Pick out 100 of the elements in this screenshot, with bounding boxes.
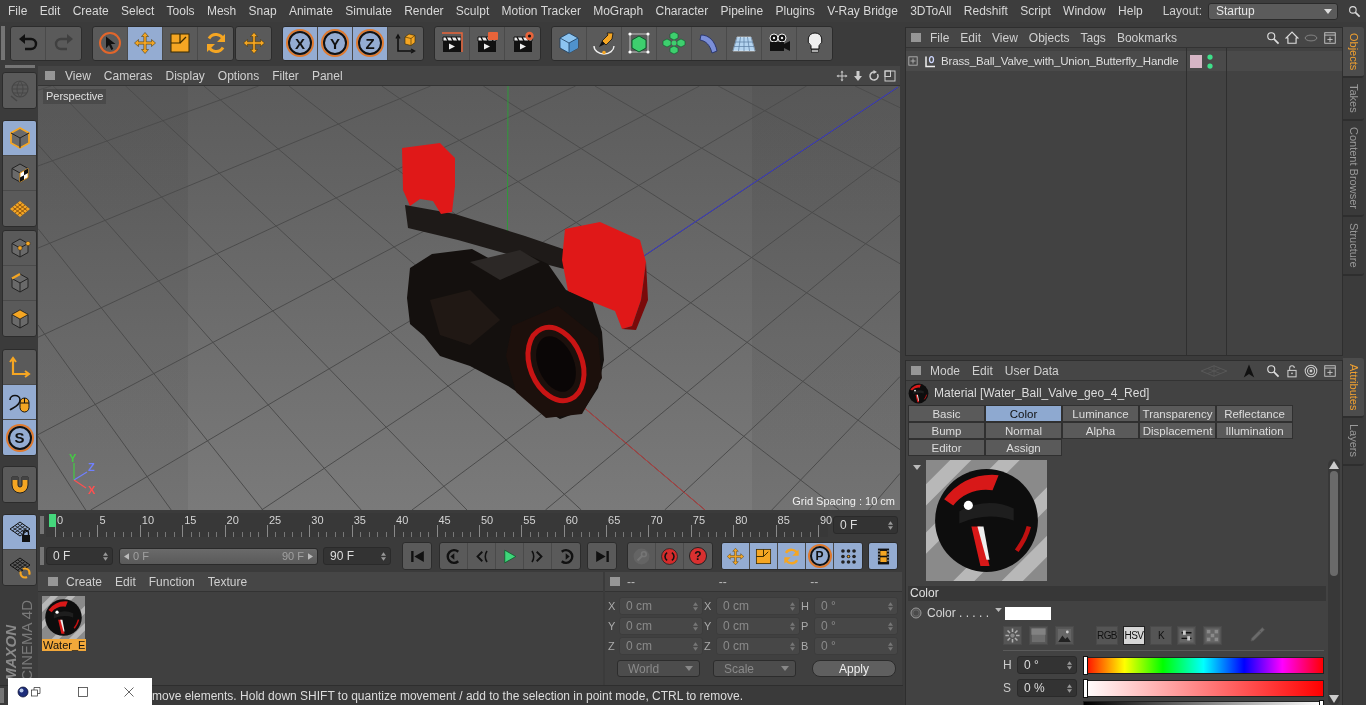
menu-item[interactable]: Edit xyxy=(972,363,993,378)
left-arrow-icon[interactable] xyxy=(124,552,129,560)
menu-item[interactable]: View xyxy=(992,30,1018,45)
frame-field[interactable]: 0 F xyxy=(833,516,898,534)
menu-item[interactable]: Select xyxy=(120,4,155,18)
new-panel-icon[interactable] xyxy=(1323,363,1337,378)
slider-handle[interactable] xyxy=(1084,656,1087,674)
menu-item[interactable]: Filter xyxy=(272,68,299,83)
spinner-arrows-icon[interactable] xyxy=(103,551,108,561)
search-icon[interactable] xyxy=(1266,363,1280,378)
grip-icon[interactable] xyxy=(40,516,44,534)
menu-item[interactable]: Snap xyxy=(248,4,277,18)
tag-cell[interactable] xyxy=(1227,51,1342,71)
menu-item[interactable]: Pipeline xyxy=(720,4,764,18)
menu-item[interactable]: Window xyxy=(1063,4,1106,18)
picture-button[interactable] xyxy=(1055,625,1074,645)
search-icon[interactable] xyxy=(1348,4,1361,18)
color-swatch[interactable] xyxy=(1005,606,1051,620)
menu-item[interactable]: MoGraph xyxy=(593,4,644,18)
lock-icon[interactable] xyxy=(1285,363,1299,378)
search-icon[interactable] xyxy=(1266,30,1280,45)
menu-item[interactable]: Tools xyxy=(166,4,195,18)
tab[interactable]: Alpha xyxy=(1062,422,1139,439)
sphere-logo-icon[interactable] xyxy=(17,685,29,698)
menu-item[interactable]: Panel xyxy=(311,68,343,83)
menu-item[interactable]: 3DToAll xyxy=(910,4,952,18)
side-tab[interactable]: Attributes xyxy=(1343,358,1364,419)
spectrum-button[interactable] xyxy=(1029,625,1048,645)
menu-item[interactable]: Edit xyxy=(960,30,982,45)
material-ball-icon[interactable] xyxy=(42,596,85,639)
menu-item[interactable]: Motion Tracker xyxy=(501,4,581,18)
orbit-icon[interactable] xyxy=(868,69,880,82)
target-icon[interactable] xyxy=(1304,363,1318,378)
menu-item[interactable]: Redshift xyxy=(963,4,1008,18)
grip-icon[interactable] xyxy=(911,33,921,42)
menu-item[interactable]: Simulate xyxy=(345,4,392,18)
frame-field[interactable]: 90 F xyxy=(323,547,391,565)
menu-item[interactable]: User Data xyxy=(1004,363,1059,378)
solo-button[interactable]: S xyxy=(3,420,36,455)
viewport-canvas[interactable]: Perspective Y Z X Grid Spacing : 10 cm xyxy=(38,86,900,510)
visibility-dots-icon[interactable] xyxy=(1207,53,1213,69)
color-slider-track[interactable] xyxy=(1083,701,1324,705)
tab[interactable]: Reflectance xyxy=(1216,405,1293,422)
scale-key-button[interactable] xyxy=(750,543,778,569)
home-icon[interactable] xyxy=(1285,30,1299,45)
scrollbar-thumb[interactable] xyxy=(1330,471,1338,576)
menu-item[interactable]: Edit xyxy=(115,574,136,589)
menu-item[interactable]: View xyxy=(65,68,91,83)
axis-lock-button[interactable]: Z xyxy=(353,26,388,60)
maximize-icon[interactable] xyxy=(77,685,89,698)
tab[interactable]: Transparency xyxy=(1139,405,1216,422)
spinner-arrows-icon[interactable] xyxy=(1067,683,1072,693)
tab[interactable]: Luminance xyxy=(1062,405,1139,422)
rotation-key-button[interactable] xyxy=(778,543,806,569)
menu-item[interactable]: Edit xyxy=(39,4,61,18)
grip-icon[interactable] xyxy=(48,577,58,586)
tab[interactable]: Color xyxy=(985,405,1062,422)
frame-field[interactable]: 0 F xyxy=(46,547,113,565)
menu-item[interactable]: Cameras xyxy=(103,68,153,83)
tab[interactable]: Normal xyxy=(985,422,1062,439)
layer-color-icon[interactable] xyxy=(1190,54,1202,68)
scrollbar[interactable] xyxy=(1328,459,1340,705)
restore-icon[interactable] xyxy=(30,685,42,698)
color-wheel-button[interactable] xyxy=(1003,625,1022,645)
new-panel-icon[interactable] xyxy=(1323,30,1337,45)
side-tab[interactable]: Objects xyxy=(1343,27,1364,79)
section-header[interactable]: Color xyxy=(908,586,1326,601)
grip-icon[interactable] xyxy=(40,547,44,565)
object-row[interactable]: Brass_Ball_Valve_with_Union_Butterfly_Handle xyxy=(906,51,1186,71)
menu-item[interactable]: Texture xyxy=(207,574,248,589)
tab[interactable]: Editor xyxy=(908,439,985,456)
menu-item[interactable]: Bookmarks xyxy=(1116,30,1177,45)
menu-item[interactable]: Mode xyxy=(930,363,961,378)
pan-arrows-icon[interactable] xyxy=(836,69,848,82)
grip-icon[interactable] xyxy=(5,65,35,68)
color-slider-track[interactable] xyxy=(1083,679,1324,697)
number-field[interactable]: 0 % xyxy=(1017,679,1077,697)
grip-icon[interactable] xyxy=(45,71,55,80)
down-arrow-icon[interactable] xyxy=(852,69,864,82)
spinner-arrows-icon[interactable] xyxy=(381,551,386,561)
grip-icon[interactable] xyxy=(911,366,921,375)
point-level-button[interactable] xyxy=(834,543,862,569)
menu-item[interactable]: V-Ray Bridge xyxy=(827,4,898,18)
timeline-button[interactable] xyxy=(869,543,897,569)
swatches-button[interactable] xyxy=(1203,625,1222,645)
menu-item[interactable]: Options xyxy=(217,68,260,83)
minimized-window[interactable] xyxy=(8,678,152,705)
tab[interactable]: Displacement xyxy=(1139,422,1216,439)
menu-item[interactable]: Tags xyxy=(1080,30,1106,45)
keyframe-selection-button[interactable]: ? xyxy=(684,543,712,569)
menu-item[interactable]: Function xyxy=(148,574,195,589)
menu-item[interactable]: Create xyxy=(66,574,103,589)
mixer-button[interactable] xyxy=(1177,625,1196,645)
menu-item[interactable]: File xyxy=(930,30,950,45)
grip-icon[interactable] xyxy=(610,577,620,586)
right-arrow-icon[interactable] xyxy=(308,552,313,560)
axis-lock-button[interactable]: Y xyxy=(318,26,353,60)
layout-dropdown[interactable]: Startup xyxy=(1208,2,1338,20)
menu-item[interactable]: Display xyxy=(165,68,205,83)
menu-item[interactable]: Animate xyxy=(288,4,333,18)
